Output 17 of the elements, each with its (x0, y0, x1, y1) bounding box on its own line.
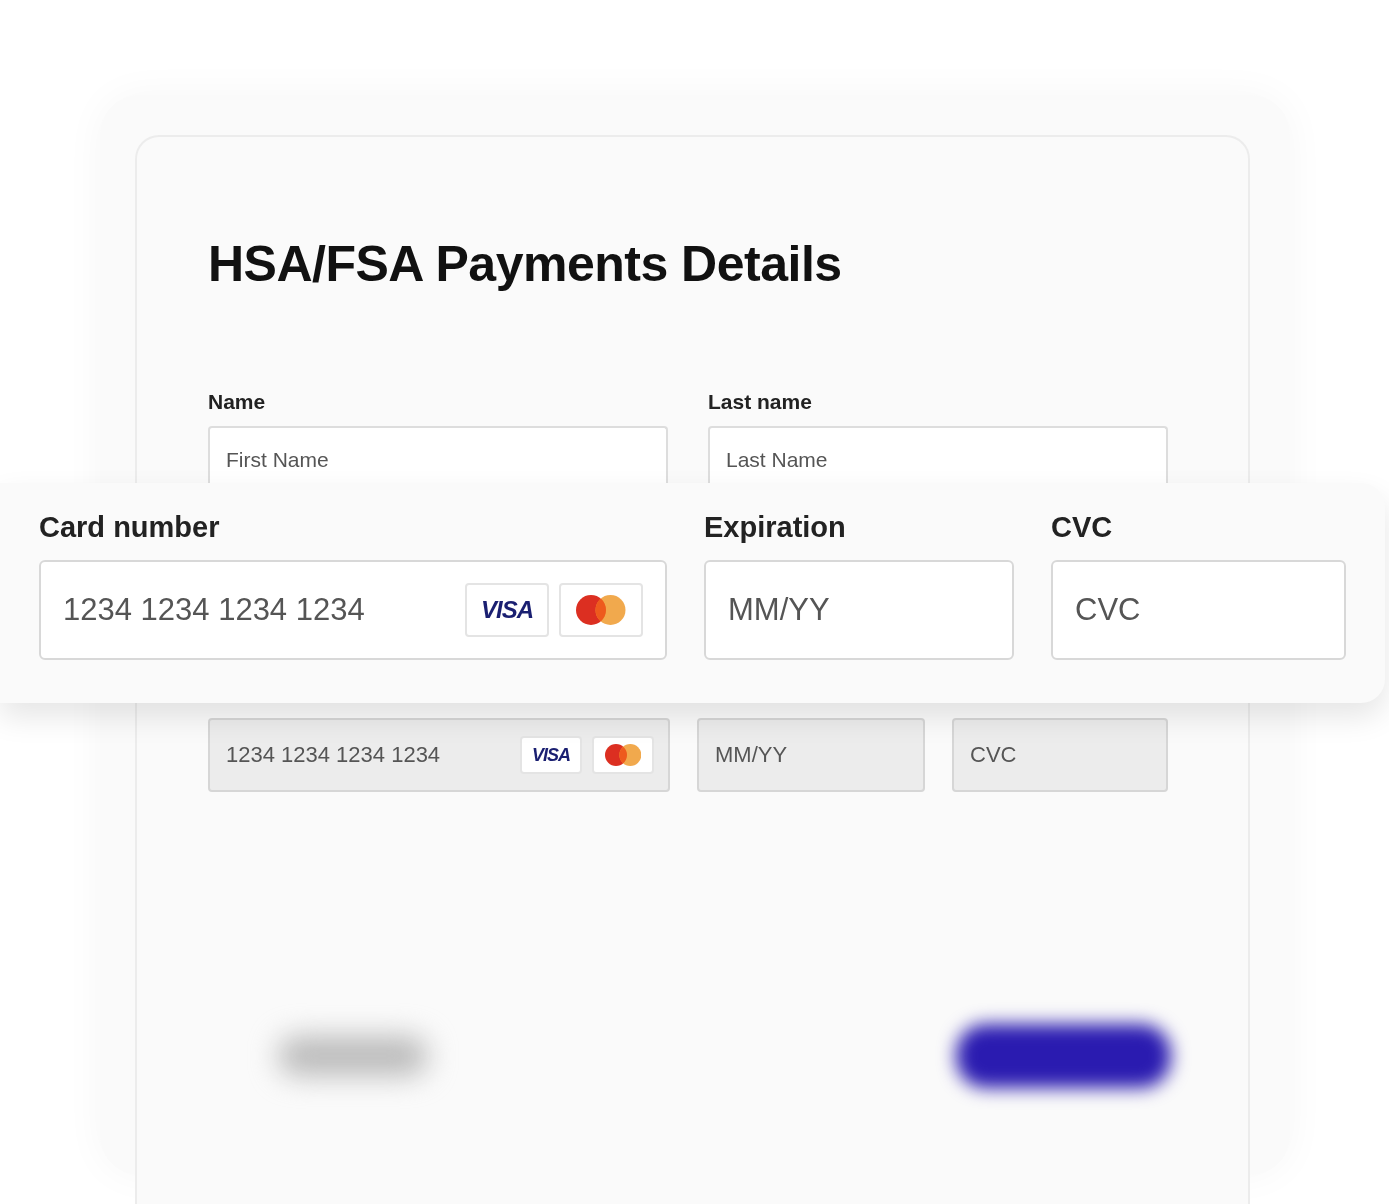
visa-logo: VISA (520, 736, 582, 774)
name-field[interactable]: First Name (208, 426, 668, 483)
field-label: CVC (1051, 511, 1113, 544)
input-field[interactable]: MM/YY (704, 560, 1014, 660)
field-label: Expiration (704, 511, 846, 544)
input-field[interactable]: MM/YY (697, 718, 925, 792)
input-field[interactable]: CVC (952, 718, 1168, 792)
field-label: Name (208, 390, 266, 414)
card-brand-icon (576, 595, 626, 625)
visa-logo: VISA (465, 583, 549, 637)
page-title: HSA/FSA Payments Details (208, 235, 842, 293)
card-brand-icon (604, 744, 642, 766)
field-label: Last name (708, 390, 812, 414)
input-field[interactable]: CVC (1051, 560, 1346, 660)
name-field[interactable]: Last Name (708, 426, 1168, 483)
field-label: Card number (39, 511, 220, 544)
primary-button[interactable] (956, 1024, 1171, 1088)
